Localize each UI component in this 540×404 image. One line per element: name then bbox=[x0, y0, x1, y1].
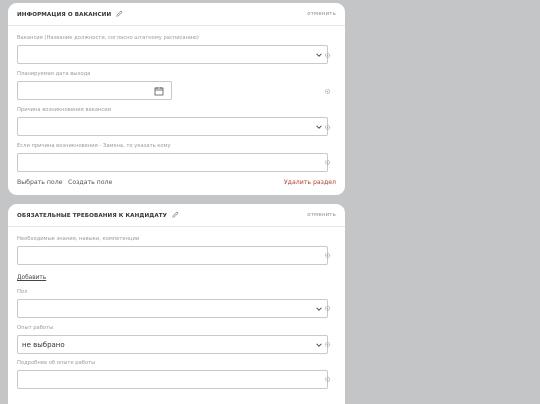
vacancy-select[interactable] bbox=[17, 45, 328, 64]
field-label-start-date: Планируемая дата выхода bbox=[17, 71, 91, 77]
delete-section-link[interactable]: Удалить раздел bbox=[284, 179, 336, 186]
card-header: ОБЯЗАТЕЛЬНЫЕ ТРЕБОВАНИЯ К КАНДИДАТУ отме… bbox=[8, 204, 345, 227]
pencil-icon[interactable] bbox=[116, 10, 123, 17]
start-date-input[interactable] bbox=[17, 81, 172, 100]
card-header: ИНФОРМАЦИЯ О ВАКАНСИИ отменить bbox=[8, 3, 345, 26]
field-label-experience: Опыт работы bbox=[17, 325, 54, 331]
cancel-link[interactable]: отменить bbox=[307, 11, 336, 17]
add-link[interactable]: Добавить bbox=[17, 275, 46, 281]
gear-icon[interactable] bbox=[324, 341, 331, 348]
replacement-input[interactable] bbox=[17, 153, 328, 172]
calendar-icon[interactable] bbox=[154, 86, 164, 96]
section-title: ИНФОРМАЦИЯ О ВАКАНСИИ bbox=[17, 10, 123, 18]
gear-icon[interactable] bbox=[324, 88, 331, 95]
field-label-experience-details: Подробнее об опыте работы bbox=[17, 360, 96, 366]
chevron-down-icon bbox=[316, 125, 322, 129]
requirements-card: ОБЯЗАТЕЛЬНЫЕ ТРЕБОВАНИЯ К КАНДИДАТУ отме… bbox=[8, 204, 345, 404]
chevron-down-icon bbox=[316, 343, 322, 347]
create-field-link[interactable]: Создать поле bbox=[68, 179, 112, 186]
field-label-skills: Необходимые знания, навыки, компетенции bbox=[17, 236, 140, 242]
vacancy-info-card: ИНФОРМАЦИЯ О ВАКАНСИИ отменить Вакансия … bbox=[8, 3, 345, 195]
field-label-replacement: Если причина возникновения - Замена, то … bbox=[17, 143, 171, 149]
section-title-text: ИНФОРМАЦИЯ О ВАКАНСИИ bbox=[17, 12, 112, 18]
field-label-reason: Причина возникновения вакансии bbox=[17, 107, 111, 113]
chevron-down-icon bbox=[316, 53, 322, 57]
choose-field-link[interactable]: Выбрать поле bbox=[17, 179, 62, 186]
gear-icon[interactable] bbox=[324, 159, 331, 166]
chevron-down-icon bbox=[316, 307, 322, 311]
experience-details-input[interactable] bbox=[17, 370, 328, 389]
gear-icon[interactable] bbox=[324, 305, 331, 312]
field-label-gender: Пол bbox=[17, 289, 28, 295]
experience-select[interactable]: не выбрано bbox=[17, 335, 328, 354]
field-label-vacancy: Вакансия (Название должности, согласно ш… bbox=[17, 35, 199, 41]
gear-icon[interactable] bbox=[324, 52, 331, 59]
gear-icon[interactable] bbox=[324, 252, 331, 259]
section-title: ОБЯЗАТЕЛЬНЫЕ ТРЕБОВАНИЯ К КАНДИДАТУ bbox=[17, 211, 179, 219]
gender-select[interactable] bbox=[17, 299, 328, 318]
gear-icon[interactable] bbox=[324, 124, 331, 131]
cancel-link[interactable]: отменить bbox=[307, 212, 336, 218]
skills-input[interactable] bbox=[17, 246, 328, 265]
gear-icon[interactable] bbox=[324, 376, 331, 383]
section-title-text: ОБЯЗАТЕЛЬНЫЕ ТРЕБОВАНИЯ К КАНДИДАТУ bbox=[17, 213, 168, 219]
experience-value: не выбрано bbox=[22, 341, 65, 349]
reason-select[interactable] bbox=[17, 117, 328, 136]
pencil-icon[interactable] bbox=[172, 211, 179, 218]
